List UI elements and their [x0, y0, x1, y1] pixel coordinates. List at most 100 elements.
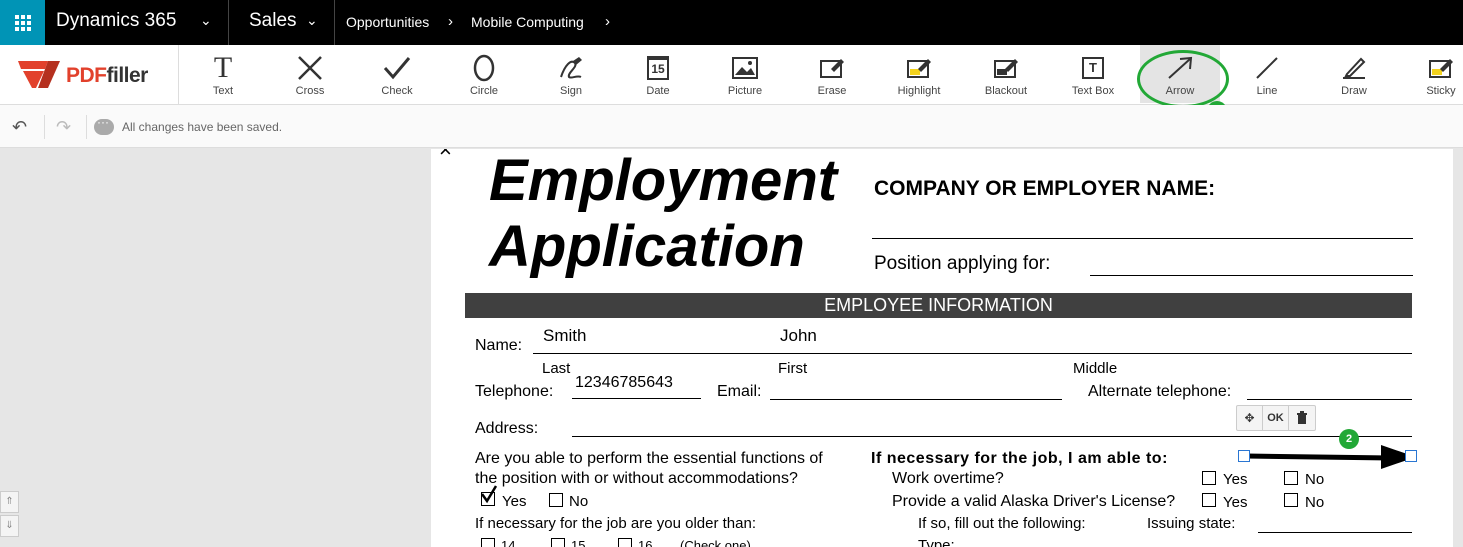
tool-highlight[interactable]: Highlight [879, 45, 959, 103]
issuing-state-label: Issuing state: [1147, 515, 1236, 532]
breadcrumb-mobile-computing[interactable]: Mobile Computing [471, 14, 584, 30]
save-status-text: All changes have been saved. [122, 120, 283, 134]
alt-telephone-label: Alternate telephone: [1088, 383, 1232, 400]
overtime-no-checkbox[interactable] [1284, 471, 1298, 485]
telephone-label: Telephone: [475, 383, 554, 400]
textbox-icon: T [1078, 53, 1108, 83]
older-question: If necessary for the job are you older t… [475, 515, 756, 532]
section-header: EMPLOYEE INFORMATION [465, 293, 1412, 318]
telephone-field[interactable] [572, 398, 701, 399]
check-mark-icon [480, 485, 498, 504]
arrow-annotation[interactable] [1241, 439, 1421, 469]
last-label: Last [542, 360, 571, 377]
text-icon: T [213, 51, 233, 84]
age-14-checkbox[interactable] [481, 538, 495, 547]
age-16-checkbox[interactable] [618, 538, 632, 547]
picture-icon [730, 53, 760, 83]
breadcrumb-opportunities[interactable]: Opportunities [346, 14, 429, 30]
alt-telephone-field[interactable] [1247, 399, 1412, 400]
erase-icon [817, 53, 847, 83]
age-14-label: 14 [501, 538, 516, 547]
overtime-yes-checkbox[interactable] [1202, 471, 1216, 485]
pdf-page[interactable]: × Employment Application COMPANY OR EMPL… [431, 149, 1453, 547]
tool-draw[interactable]: Draw [1314, 45, 1394, 103]
arrow-tool-callout-ring [1137, 50, 1229, 108]
tool-label: Line [1256, 85, 1278, 97]
age-15-checkbox[interactable] [551, 538, 565, 547]
area-switcher[interactable]: Sales [249, 10, 297, 32]
overtime-label: Work overtime? [892, 470, 1004, 487]
license-no-label: No [1305, 494, 1325, 511]
address-field[interactable] [572, 436, 1412, 437]
tool-label: Text Box [1071, 85, 1115, 97]
callout-badge-2: 2 [1339, 429, 1359, 449]
tool-check[interactable]: Check [357, 45, 437, 103]
tool-sticky[interactable]: Sticky [1401, 45, 1463, 103]
tool-label: Erase [817, 85, 847, 97]
chevron-right-icon[interactable]: › [605, 13, 610, 30]
status-bar: ↶ ↷ All changes have been saved. [0, 105, 1463, 148]
draw-icon [1339, 53, 1369, 83]
annotation-toolbar: ✥ OK [1236, 405, 1316, 431]
scroll-down-button[interactable]: ⇓ [0, 515, 19, 537]
tool-label: Sign [559, 85, 583, 97]
logo-text-filler: filler [106, 64, 149, 87]
tool-line[interactable]: Line [1227, 45, 1307, 103]
yes-label: Yes [502, 493, 527, 510]
tool-blackout[interactable]: Blackout [966, 45, 1046, 103]
arrow-start-handle[interactable] [1238, 450, 1250, 462]
position-field[interactable] [1090, 275, 1413, 276]
name-field[interactable] [533, 353, 1412, 354]
close-icon[interactable]: × [439, 149, 452, 163]
tool-text-box[interactable]: T Text Box [1053, 45, 1133, 103]
blackout-icon [991, 53, 1021, 83]
ok-button[interactable]: OK [1263, 406, 1289, 430]
license-yes-checkbox[interactable] [1202, 493, 1216, 507]
chevron-right-icon: › [448, 13, 453, 30]
cross-icon [295, 53, 325, 83]
tool-sign[interactable]: Sign [531, 45, 611, 103]
logo-text-pdf: PDF [66, 64, 107, 87]
issuing-state-field[interactable] [1258, 532, 1412, 533]
type-label: Type: [918, 537, 955, 547]
overtime-yes-label: Yes [1223, 471, 1248, 488]
scroll-up-button[interactable]: ⇑ [0, 491, 19, 513]
undo-icon[interactable]: ↶ [12, 117, 27, 138]
tool-text[interactable]: T Text [183, 45, 263, 103]
tool-label: Cross [295, 85, 325, 97]
position-label: Position applying for: [874, 253, 1051, 274]
redo-icon[interactable]: ↷ [56, 117, 71, 138]
tool-cross[interactable]: Cross [270, 45, 350, 103]
company-field[interactable] [872, 238, 1413, 239]
company-label: COMPANY OR EMPLOYER NAME: [874, 177, 1216, 200]
essential-no-checkbox[interactable] [549, 493, 563, 507]
tool-circle[interactable]: Circle [444, 45, 524, 103]
tool-label: Date [646, 85, 670, 97]
arrow-end-handle[interactable] [1405, 450, 1417, 462]
tool-picture[interactable]: Picture [705, 45, 785, 103]
tool-date[interactable]: 15 Date [618, 45, 698, 103]
first-name-value[interactable]: John [780, 326, 817, 346]
fill-following-label: If so, fill out the following: [918, 515, 1086, 532]
line-icon [1252, 53, 1282, 83]
chevron-down-icon[interactable]: ⌄ [306, 12, 318, 29]
essential-question-line2: the position with or without accommodati… [475, 470, 798, 487]
last-name-value[interactable]: Smith [543, 326, 586, 346]
tool-label: Blackout [984, 85, 1028, 97]
tool-erase[interactable]: Erase [792, 45, 872, 103]
email-label: Email: [717, 383, 762, 400]
tool-label: Check [381, 85, 413, 97]
app-title[interactable]: Dynamics 365 [56, 10, 176, 32]
email-field[interactable] [770, 399, 1062, 400]
app-launcher-button[interactable] [0, 0, 45, 45]
tool-label: Draw [1341, 85, 1367, 97]
tool-label: Highlight [897, 85, 941, 97]
telephone-value[interactable]: 12346785643 [575, 374, 673, 392]
trash-icon[interactable] [1289, 406, 1315, 430]
chevron-down-icon[interactable]: ⌄ [200, 12, 212, 29]
no-label: No [569, 493, 589, 510]
tool-label: Sticky [1426, 85, 1456, 97]
address-label: Address: [475, 420, 539, 437]
license-no-checkbox[interactable] [1284, 493, 1298, 507]
move-icon[interactable]: ✥ [1237, 406, 1263, 430]
